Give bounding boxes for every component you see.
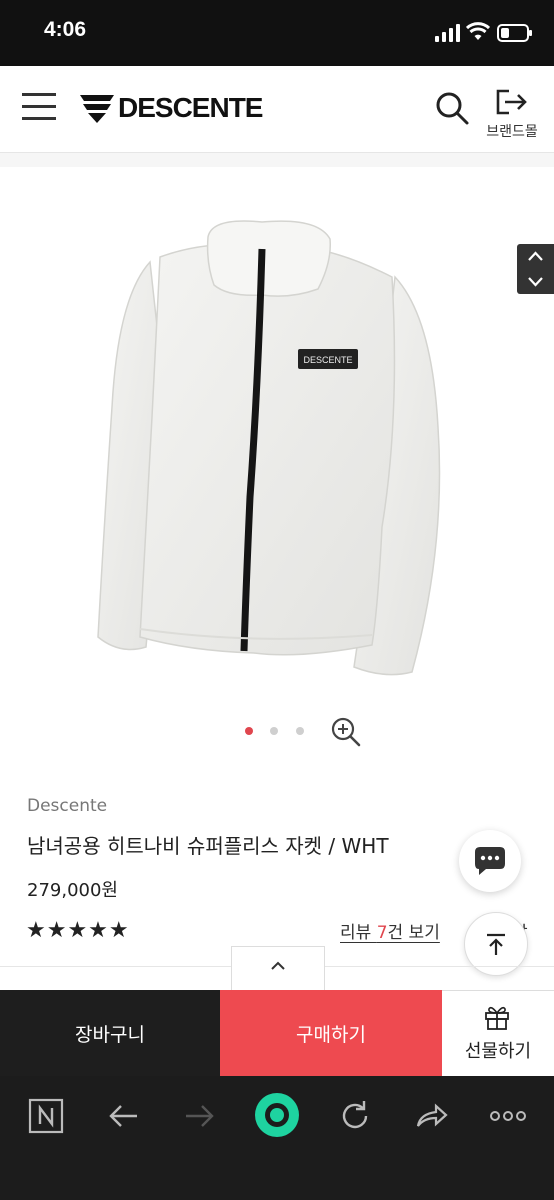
product-price: 279,000원 [27,880,118,901]
gift-button[interactable]: 선물하기 [442,990,554,1076]
gallery-dot-2[interactable] [270,727,278,735]
zoom-in-icon[interactable] [330,716,362,748]
brand-mall-label: 브랜드몰 [486,124,538,140]
gift-icon [485,1006,509,1030]
wifi-icon [466,22,490,40]
app-header: DESCENTE 브랜드몰 [0,66,554,153]
gallery-indicator [0,722,554,742]
header-gap [0,153,554,167]
status-bar: 4:06 [0,0,554,66]
share-icon[interactable] [412,1096,452,1136]
add-to-cart-button[interactable]: 장바구니 [0,990,220,1076]
naver-home-icon[interactable] [26,1096,66,1136]
review-prefix: 리뷰 [340,923,377,943]
back-arrow-icon[interactable] [103,1096,143,1136]
expand-panel-tab[interactable] [231,946,325,991]
exit-arrow-icon [496,89,527,115]
hamburger-menu-icon[interactable] [22,91,56,121]
rating-stars: ★★★★★ [26,918,130,943]
green-dot-icon[interactable] [254,1092,300,1138]
refresh-icon[interactable] [335,1096,375,1136]
search-icon[interactable] [434,90,470,126]
product-image[interactable]: DESCENTE [0,167,554,707]
product-brand[interactable]: Descente [27,796,107,816]
brand-logo[interactable]: DESCENTE [80,90,263,126]
chevron-up-icon[interactable] [517,244,554,269]
jacket-image: DESCENTE [97,220,441,676]
browser-toolbar [0,1076,554,1200]
chevron-down-icon[interactable] [517,269,554,294]
review-suffix: 건 보기 [387,923,440,943]
product-title: 남녀공용 히트나비 슈퍼플리스 자켓 / WHT [27,834,389,858]
forward-arrow-icon[interactable] [180,1096,220,1136]
review-count: 7 [376,923,388,943]
brand-mall-button[interactable]: 브랜드몰 [482,88,542,144]
gallery-dot-3[interactable] [296,727,304,735]
jacket-label-text: DESCENTE [303,355,352,365]
status-time: 4:06 [44,18,87,41]
chat-bubble-icon [475,847,505,875]
more-options-icon[interactable] [488,1096,528,1136]
purchase-action-bar: 장바구니 구매하기 선물하기 [0,990,554,1076]
descente-logo-icon [80,95,114,123]
logo-text: DESCENTE [118,92,263,123]
buy-now-button[interactable]: 구매하기 [220,990,442,1076]
chevron-up-icon [271,961,285,970]
review-link[interactable]: 리뷰 7건 보기 [340,918,440,943]
gallery-dot-1[interactable] [245,727,253,735]
image-scroll-nav[interactable] [517,244,554,294]
chat-button[interactable] [459,830,521,892]
gift-label: 선물하기 [464,1041,532,1062]
battery-icon [497,24,532,42]
signal-icon [435,24,460,42]
